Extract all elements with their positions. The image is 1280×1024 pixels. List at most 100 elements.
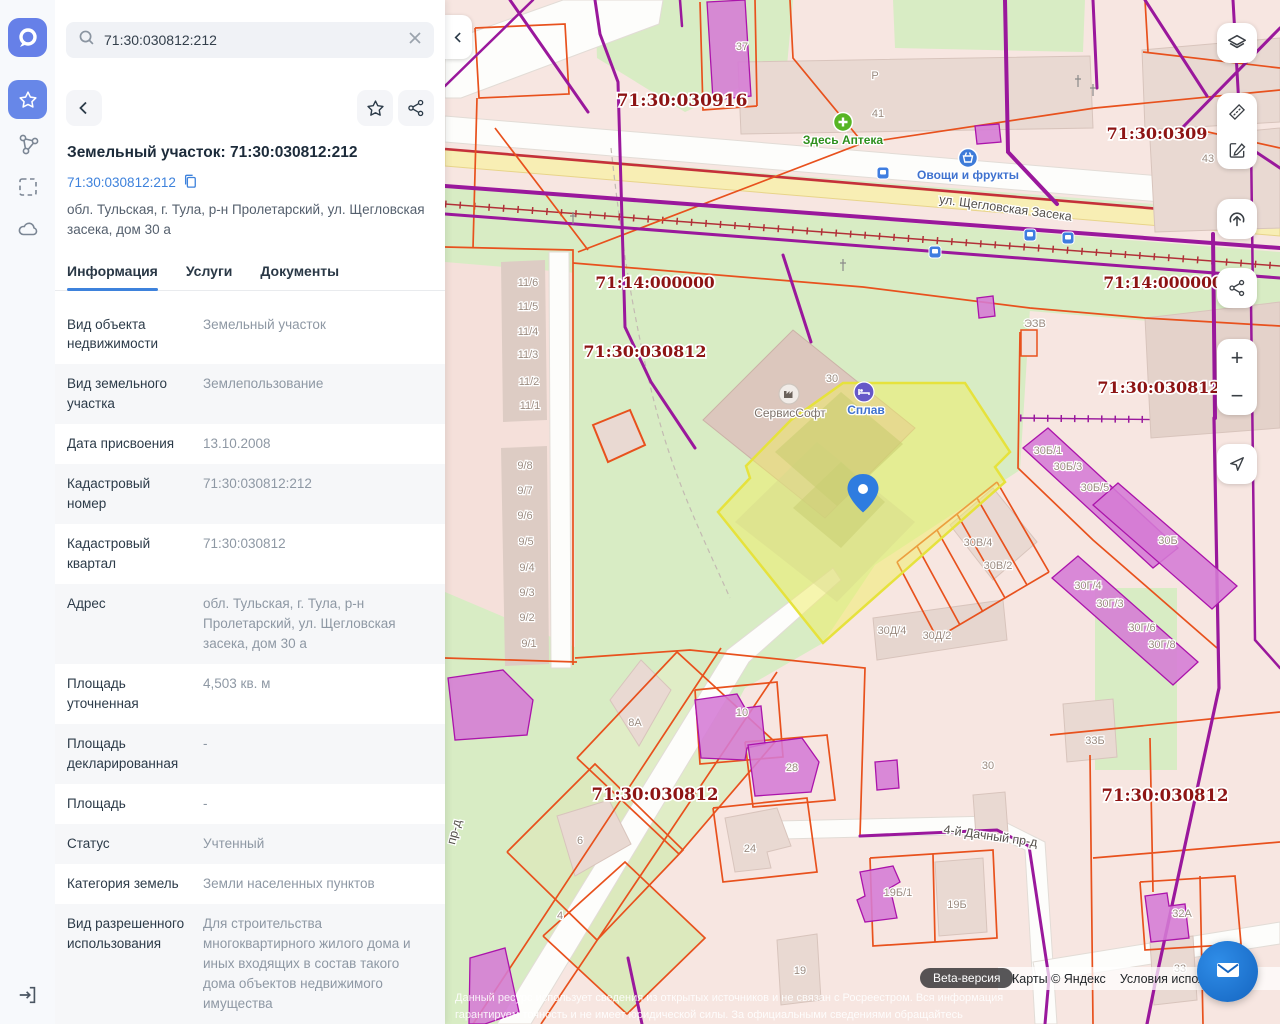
map-label: 30Г/4: [1074, 580, 1101, 592]
search-input[interactable]: [104, 32, 399, 48]
terms-link[interactable]: Условия испол: [1120, 972, 1206, 986]
hotel-icon: [854, 382, 874, 402]
info-row: Адресобл. Тульская, г. Тула, р-н Пролета…: [55, 584, 445, 664]
sidebar-item-cloud[interactable]: [15, 216, 41, 242]
map-label: 30Г/8: [1148, 639, 1175, 651]
map-label: 41: [872, 108, 884, 120]
info-row: Площадь-: [55, 784, 445, 824]
map-label: 30: [982, 760, 994, 772]
map-label: 11/1: [520, 400, 541, 412]
cadastral-number-text[interactable]: 71:30:030812:212: [67, 175, 176, 190]
map-label: 30Б/1: [1034, 445, 1063, 457]
map-canvas[interactable]: 71:30:030916 71:30:0309 71:14:000000 71:30:…: [445, 0, 1280, 1024]
map-label: 30Д/4: [878, 625, 907, 637]
map-label: 71:30:030812: [1097, 378, 1220, 397]
map-label: 10: [736, 707, 748, 719]
map-label: 71:30:030916: [617, 91, 748, 111]
app-logo-icon[interactable]: [8, 18, 47, 57]
details-panel: Земельный участок: 71:30:030812:212 71:3…: [55, 0, 445, 1024]
map-label: 9/8: [517, 460, 532, 472]
map-label: 9/1: [521, 638, 536, 650]
info-row: Вид объекта недвижимостиЗемельный участо…: [55, 305, 445, 365]
info-row-label: Площадь уточненная: [67, 674, 189, 714]
zoom-out-button[interactable]: −: [1217, 377, 1257, 415]
share-button[interactable]: [398, 90, 434, 126]
map-label: 30В/2: [984, 560, 1013, 572]
search-bar[interactable]: [66, 22, 434, 58]
map-label: 30: [826, 373, 838, 385]
map-label: 11/4: [518, 326, 539, 338]
map-label: 9/7: [517, 485, 532, 497]
info-row-value: 4,503 кв. м: [203, 674, 433, 714]
map-label: Р: [871, 70, 878, 82]
map-label: Сплав: [847, 403, 885, 417]
copy-icon[interactable]: [183, 174, 197, 191]
map-label: 8А: [628, 717, 642, 729]
beta-badge: Beta-версия: [920, 968, 1013, 988]
layers-button[interactable]: [1217, 24, 1257, 62]
info-row-label: Площадь декларированная: [67, 734, 189, 774]
map-label: 71:30:030812: [583, 342, 706, 361]
envelope-icon: [1213, 955, 1243, 988]
info-row-value: 13.10.2008: [203, 434, 433, 454]
info-row-label: Площадь: [67, 794, 189, 814]
info-row-value: 71:30:030812: [203, 534, 433, 574]
map-label: 32А: [1172, 908, 1192, 920]
clear-search-icon[interactable]: [408, 31, 422, 50]
favorite-button[interactable]: [357, 90, 393, 126]
chat-button[interactable]: [1197, 941, 1258, 1002]
info-row-label: Вид разрешенного использования: [67, 914, 189, 1014]
upload-button[interactable]: [1217, 200, 1257, 238]
map-label: 71:30:030812: [1102, 786, 1229, 805]
edit-button[interactable]: [1217, 131, 1257, 169]
tab-information[interactable]: Информация: [67, 255, 158, 290]
map-label: 71:30:0309: [1107, 124, 1208, 143]
map-label: 30Б/5: [1081, 482, 1110, 494]
back-button[interactable]: [66, 90, 102, 126]
logout-button[interactable]: [15, 982, 41, 1008]
icon-rail: [0, 0, 55, 1024]
info-row-value: Для строительства многоквартирного жилог…: [203, 914, 433, 1014]
tab-documents[interactable]: Документы: [260, 255, 339, 290]
info-row: Кадастровый номер 71:30:030812:212: [55, 464, 445, 524]
info-rows: Вид объекта недвижимостиЗемельный участо…: [55, 305, 445, 1024]
map-label: 11/6: [518, 277, 539, 289]
zoom-control: + −: [1217, 339, 1257, 415]
map-label: 19Б/1: [884, 887, 913, 899]
map-disclaimer: Данный ресурс использует сведения из отк…: [455, 990, 1270, 1024]
cadastral-number-link[interactable]: 71:30:030812:212: [67, 174, 433, 191]
sidebar-item-select-area[interactable]: [15, 174, 41, 200]
sidebar-item-layers-graph[interactable]: [15, 131, 41, 157]
map-label: 19Б: [947, 899, 966, 911]
locate-control: [1217, 444, 1257, 484]
collapse-panel-button[interactable]: [445, 15, 472, 59]
info-row-value: -: [203, 794, 433, 814]
ruler-button[interactable]: [1217, 93, 1257, 131]
sidebar-item-favorites[interactable]: [8, 80, 47, 119]
map-share-control: [1217, 268, 1257, 308]
locate-button[interactable]: [1217, 445, 1257, 483]
zoom-in-button[interactable]: +: [1217, 339, 1257, 377]
map-label: 11/5: [518, 301, 539, 313]
info-row-value: Землепользование: [203, 374, 433, 414]
tab-services[interactable]: Услуги: [186, 255, 233, 290]
yandex-copyright[interactable]: Карты © Яндекс: [1012, 972, 1106, 986]
map-label: 9/6: [517, 510, 532, 522]
info-row: СтатусУчтенный: [55, 824, 445, 864]
info-row-value: 71:30:030812:212: [203, 474, 433, 514]
info-row-value: Земельный участок: [203, 315, 433, 355]
map-label: 9/4: [519, 562, 534, 574]
map-share-button[interactable]: [1217, 269, 1257, 307]
info-row-label: Категория земель: [67, 874, 189, 894]
map-label: 19: [794, 965, 806, 977]
measure-draw-control: [1217, 93, 1257, 169]
map-label: 30Г/3: [1096, 598, 1123, 610]
map-label: 43: [1202, 153, 1214, 165]
map-label: 71:14:000000: [1103, 273, 1223, 292]
page-title: Земельный участок: 71:30:030812:212: [67, 144, 433, 162]
info-row: Кадастровый квартал71:30:030812: [55, 524, 445, 584]
info-row: Вид земельного участкаЗемлепользование: [55, 364, 445, 424]
map-label: 71:30:030812: [592, 785, 719, 804]
info-row-label: Кадастровый номер: [67, 474, 189, 514]
map-label: 28: [786, 762, 798, 774]
